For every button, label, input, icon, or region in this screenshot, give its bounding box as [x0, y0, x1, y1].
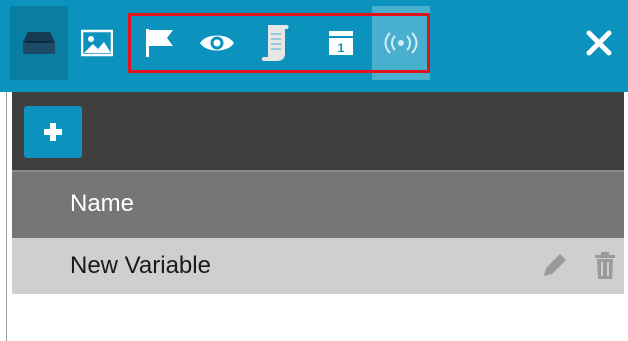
delete-icon [595, 252, 615, 279]
variable-name: New Variable [70, 252, 211, 279]
tab-image[interactable] [68, 6, 126, 80]
variables-panel: Name New Variable [6, 92, 628, 341]
tab-drive[interactable] [10, 6, 68, 80]
table-row[interactable]: New Variable [12, 238, 628, 294]
edit-button[interactable] [542, 252, 568, 283]
edit-icon [544, 254, 566, 276]
plus-icon [44, 123, 62, 141]
add-variable-button[interactable] [24, 106, 82, 158]
panel-edge [624, 92, 628, 341]
close-icon [586, 30, 612, 56]
table-header: Name [12, 170, 628, 238]
toolbar: 1 [0, 0, 628, 92]
delete-button[interactable] [594, 252, 616, 285]
image-icon [81, 29, 113, 57]
highlight-box [128, 13, 430, 73]
column-header-name: Name [70, 190, 135, 217]
panel-toolbar [12, 92, 628, 170]
close-button[interactable] [570, 6, 628, 80]
drive-icon [23, 32, 55, 54]
